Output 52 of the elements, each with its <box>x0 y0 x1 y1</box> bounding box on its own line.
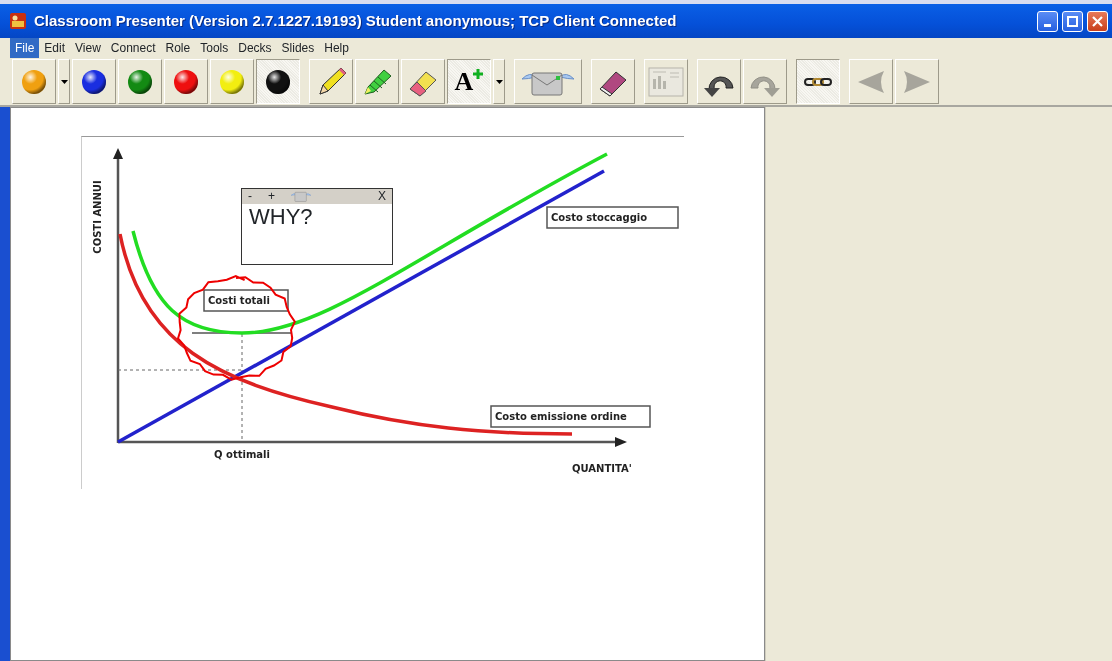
plus-icon <box>473 68 484 79</box>
pen-color-button[interactable] <box>256 59 300 104</box>
minimize-icon <box>1044 23 1051 27</box>
ball-icon <box>21 68 47 95</box>
axis-label: COSTI ANNUI <box>92 180 103 254</box>
highlighter-button[interactable] <box>355 59 399 104</box>
axis-label: Q ottimali <box>214 449 270 460</box>
text-tool-letter: A <box>454 68 474 95</box>
menu-item[interactable]: File <box>10 37 40 58</box>
curve-label: Costo stoccaggio <box>546 206 679 229</box>
menu-item[interactable]: Connect <box>105 37 161 58</box>
ball-icon <box>219 68 245 95</box>
axis-label: QUANTITA' <box>572 463 632 474</box>
menu-item[interactable]: Edit <box>39 37 71 58</box>
undo-button[interactable] <box>697 59 741 104</box>
ball-icon <box>81 68 107 95</box>
menu-item[interactable]: View <box>70 37 106 58</box>
close-icon <box>1092 15 1103 27</box>
menu-item[interactable]: Role <box>160 37 196 58</box>
dropdown-button[interactable] <box>58 59 70 104</box>
curve-label: Costi totali <box>203 289 289 312</box>
caret-icon <box>495 79 503 84</box>
chain-icon <box>803 75 833 88</box>
menu-item[interactable]: Tools <box>195 37 234 58</box>
maximize-icon <box>1067 15 1078 27</box>
maximize-button[interactable]: + <box>268 189 275 204</box>
window-title: Classroom Presenter (Version 2.7.1227.19193) Student anonymous; TCP Client Connected <box>34 10 678 31</box>
caret-icon <box>60 79 68 84</box>
close-button[interactable]: X <box>378 189 386 204</box>
link-button[interactable] <box>796 59 840 104</box>
submit-button[interactable] <box>514 59 582 104</box>
text-button[interactable]: A <box>447 59 491 104</box>
right-arrow-icon <box>902 68 932 95</box>
note-text: WHY? <box>248 204 314 231</box>
ball-icon <box>265 68 291 95</box>
menu-item[interactable]: Help <box>319 37 354 58</box>
pencil-button[interactable] <box>309 59 353 104</box>
menu-item[interactable]: Decks <box>233 37 277 58</box>
maximize-button[interactable] <box>1062 10 1083 32</box>
dropdown-button[interactable] <box>493 59 505 104</box>
app-icon <box>10 13 26 29</box>
left-arrow-icon <box>856 68 886 95</box>
close-button[interactable] <box>1087 10 1108 32</box>
slide-thumbnail-icon <box>648 66 684 97</box>
eraser-button[interactable] <box>401 59 445 104</box>
curve-label: Costo emissione ordine <box>490 405 651 428</box>
minimize-button[interactable]: - <box>248 189 252 204</box>
ball-icon <box>173 68 199 95</box>
menu-item[interactable]: Slides <box>276 37 320 58</box>
ball-icon <box>127 68 153 95</box>
minimize-button[interactable] <box>1037 10 1058 32</box>
clear-ink-button[interactable] <box>591 59 635 104</box>
